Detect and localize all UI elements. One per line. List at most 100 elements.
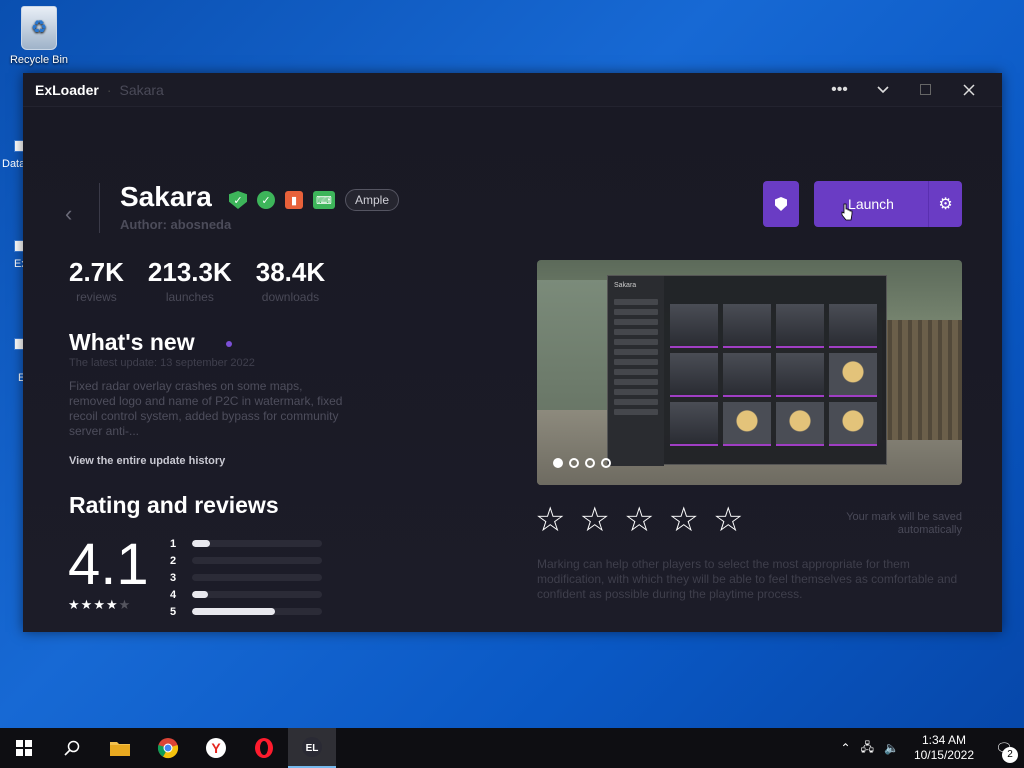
chevron-up-icon[interactable]: ⌃ <box>836 741 856 755</box>
desktop-icon-label: Data <box>2 158 26 170</box>
opera-icon <box>255 738 273 758</box>
rating-distribution: 1 2 3 4 5 <box>170 535 322 620</box>
inventory-item <box>776 402 824 446</box>
yandex-icon: Y <box>206 738 226 758</box>
network-icon[interactable]: 🖧 <box>856 738 879 759</box>
mark-description: Marking can help other players to select… <box>537 557 958 601</box>
title-separator: · <box>106 81 112 98</box>
rating-stars: ★ ★ ★ ★ ★ <box>68 597 130 613</box>
rating-star-icon: ★ <box>68 597 80 612</box>
stat-downloads: 38.4K downloads <box>256 257 325 304</box>
panel-title: Sakara <box>614 282 637 289</box>
stat-label: launches <box>165 290 214 304</box>
file-explorer-button[interactable] <box>96 728 144 768</box>
search-button[interactable] <box>48 728 96 768</box>
volume-icon[interactable]: 🔈 <box>879 741 904 755</box>
stat-launches: 213.3K launches <box>148 257 232 304</box>
gallery-dot[interactable] <box>553 458 563 468</box>
inventory-item <box>776 304 824 348</box>
app-name: ExLoader <box>35 81 99 98</box>
inventory-grid <box>670 304 877 446</box>
gallery-dot[interactable] <box>569 458 579 468</box>
gear-check-icon: ✓ <box>257 191 275 209</box>
stats-bars-icon: ▮ <box>285 191 303 209</box>
exloader-icon: EL <box>302 737 322 757</box>
shield-icon <box>775 197 787 211</box>
rating-bar-fill <box>192 540 211 547</box>
clock-date: 10/15/2022 <box>913 748 974 762</box>
notification-count: 2 <box>1002 746 1018 763</box>
inventory-item <box>829 353 877 397</box>
svg-text:EL: EL <box>306 743 319 754</box>
rating-bar-row: 1 <box>170 535 322 552</box>
update-notes: Fixed radar overlay crashes on some maps… <box>69 379 343 438</box>
chevron-down-icon[interactable] <box>861 73 904 107</box>
inventory-panel: Sakara <box>607 275 887 466</box>
more-icon[interactable]: ••• <box>818 73 861 107</box>
rating-bar-label: 1 <box>170 537 177 550</box>
opera-button[interactable] <box>240 728 288 768</box>
notifications-button[interactable]: 🗨 2 <box>984 740 1024 763</box>
rating-bar-track <box>192 608 322 615</box>
inventory-item <box>723 402 771 446</box>
mark-star-icon[interactable]: ☆ <box>668 503 698 537</box>
rating-bar-row: 2 <box>170 552 322 569</box>
back-chevron-icon[interactable]: ‹ <box>65 201 72 227</box>
clock-time: 1:34 AM <box>921 733 966 747</box>
mark-star-icon[interactable]: ☆ <box>535 503 565 537</box>
maximize-icon[interactable] <box>904 73 947 107</box>
keyboard-icon: ⌨ <box>313 191 335 209</box>
rating-bar-fill <box>192 591 208 598</box>
inventory-item <box>829 304 877 348</box>
desktop-icon-peek[interactable]: E <box>0 310 26 384</box>
rating-bar-track <box>192 557 322 564</box>
settings-gear-button[interactable]: ⚙ <box>928 181 962 227</box>
yandex-button[interactable]: Y <box>192 728 240 768</box>
mod-page: ‹ Sakara ✓ ✓ ▮ ⌨ Ample Author: abosneda … <box>23 107 1002 632</box>
close-icon[interactable] <box>947 73 990 107</box>
rating-star-icon: ★ <box>80 597 93 612</box>
launch-button-group: Launch ⚙ <box>814 181 962 227</box>
rating-star-icon: ★ <box>93 597 105 612</box>
mark-star-icon[interactable]: ☆ <box>713 503 743 537</box>
update-date: The latest update: 13 september 2022 <box>69 357 255 369</box>
gallery-dot[interactable] <box>585 458 595 468</box>
rating-bar-track <box>192 574 322 581</box>
mark-star-icon[interactable]: ☆ <box>579 503 609 537</box>
author-label: Author: abosneda <box>120 217 232 232</box>
whats-new-heading: What's new <box>69 329 195 355</box>
stat-label: downloads <box>261 290 320 304</box>
inventory-item <box>670 304 718 348</box>
exloader-taskbar-button[interactable]: EL <box>288 728 336 768</box>
chrome-button[interactable] <box>144 728 192 768</box>
mark-autosave-note: Your mark will be saved automatically <box>846 511 962 536</box>
clock[interactable]: 1:34 AM 10/15/2022 <box>904 733 984 763</box>
screenshot-gallery[interactable]: Sakara <box>537 260 962 485</box>
launch-button[interactable]: Launch <box>814 196 928 212</box>
rating-bar-label: 5 <box>170 605 177 618</box>
start-button[interactable] <box>0 728 48 768</box>
desktop-icon-peek[interactable]: Data <box>0 118 26 178</box>
inventory-item <box>670 402 718 446</box>
update-history-link[interactable]: View the entire update history <box>69 455 225 467</box>
exloader-window: ExLoader · Sakara ••• ‹ Sakara ✓ ✓ ▮ ⌨ A… <box>23 73 1002 632</box>
desktop-icon-peek[interactable]: Ex <box>0 210 27 270</box>
rating-bar-fill <box>192 608 276 615</box>
anticheat-shield-button[interactable] <box>763 181 799 227</box>
recycle-bin[interactable]: Recycle Bin <box>4 6 74 66</box>
rating-star-icon: ★ <box>105 597 118 612</box>
mark-star-icon[interactable]: ☆ <box>624 503 654 537</box>
recycle-bin-label: Recycle Bin <box>9 54 69 66</box>
stat-value: 38.4K <box>255 257 326 287</box>
inventory-item <box>723 353 771 397</box>
inventory-item <box>776 353 824 397</box>
search-icon <box>64 740 80 756</box>
rating-bar-track <box>192 591 322 598</box>
gallery-dot[interactable] <box>601 458 611 468</box>
title-bar: ExLoader · Sakara ••• <box>23 73 1002 107</box>
verified-shield-icon: ✓ <box>229 191 247 209</box>
rating-bar-row: 3 <box>170 569 322 586</box>
inventory-item <box>829 402 877 446</box>
windows-logo-icon <box>16 740 32 756</box>
gallery-dots <box>553 458 611 468</box>
